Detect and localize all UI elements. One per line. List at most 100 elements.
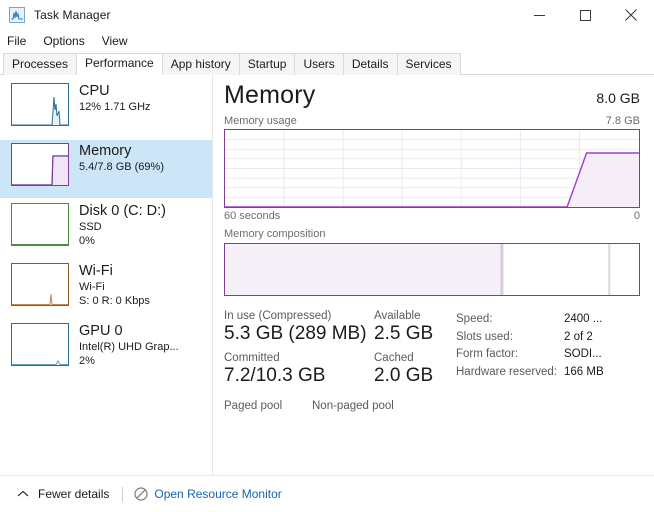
tab-services[interactable]: Services bbox=[396, 53, 461, 75]
memory-usage-graph[interactable] bbox=[224, 129, 640, 208]
sidebar-item-gpu[interactable]: GPU 0 Intel(R) UHD Grap... 2% bbox=[0, 320, 212, 378]
sidebar-item-label-gpu: GPU 0 bbox=[79, 323, 123, 339]
memory-stats-left: In use (Compressed) Available 5.3 GB (28… bbox=[224, 310, 456, 412]
stat-available-value: 2.5 GB bbox=[374, 323, 434, 344]
stat-available: Available bbox=[374, 310, 456, 322]
minimize-button[interactable] bbox=[516, 0, 562, 30]
stat-non-paged-pool-label: Non-paged pool bbox=[312, 400, 394, 412]
stats-row-pools: Paged pool Non-paged pool bbox=[224, 400, 456, 412]
title-bar: Task Manager bbox=[0, 0, 654, 30]
open-resource-monitor-label: Open Resource Monitor bbox=[154, 487, 282, 501]
page-title: Memory bbox=[224, 81, 316, 109]
usage-graph-header: Memory usage 7.8 GB bbox=[224, 115, 640, 127]
stat-non-paged-pool: Non-paged pool bbox=[312, 400, 394, 412]
sidebar-item-disk[interactable]: Disk 0 (C: D:) SSD 0% bbox=[0, 200, 212, 258]
stat-committed: Committed bbox=[224, 352, 374, 364]
stat-committed-value: 7.2/10.3 GB bbox=[224, 365, 326, 386]
usage-graph-axis: 60 seconds 0 bbox=[224, 210, 640, 222]
spec-form-factor: Form factor: SODI... bbox=[456, 346, 640, 364]
fewer-details-button[interactable]: Fewer details bbox=[17, 487, 109, 501]
spec-slots-used-key: Slots used: bbox=[456, 330, 513, 343]
spec-hardware-reserved-key: Hardware reserved: bbox=[456, 365, 557, 378]
footer-bar: Fewer details Open Resource Monitor bbox=[0, 475, 654, 512]
stats-row-committed-values: 7.2/10.3 GB 2.0 GB bbox=[224, 364, 456, 394]
menu-item-view[interactable]: View bbox=[102, 32, 136, 50]
memory-stats: In use (Compressed) Available 5.3 GB (28… bbox=[224, 310, 640, 412]
sidebar-item-label-wifi: Wi-Fi bbox=[79, 263, 113, 279]
sidebar-gpu-text: GPU 0 Intel(R) UHD Grap... 2% bbox=[79, 323, 179, 367]
sidebar-item-sub-gpu: Intel(R) UHD Grap... bbox=[79, 341, 179, 354]
memory-total: 8.0 GB bbox=[596, 90, 640, 106]
tab-details[interactable]: Details bbox=[342, 53, 398, 75]
menu-item-options[interactable]: Options bbox=[43, 32, 92, 50]
stat-cached-label: Cached bbox=[374, 352, 414, 364]
fewer-details-label: Fewer details bbox=[38, 487, 110, 501]
spec-speed-key: Speed: bbox=[456, 313, 493, 325]
spec-form-factor-value: SODI... bbox=[564, 348, 602, 360]
maximize-button[interactable] bbox=[562, 0, 608, 30]
tab-performance[interactable]: Performance bbox=[76, 53, 163, 75]
menu-bar: File Options View bbox=[0, 30, 654, 52]
window-title: Task Manager bbox=[34, 8, 111, 22]
sidebar-item-sub-wifi: Wi-Fi bbox=[79, 281, 105, 294]
sidebar-disk-text: Disk 0 (C: D:) SSD 0% bbox=[79, 203, 166, 247]
sidebar-item-sub-memory: 5.4/7.8 GB (69%) bbox=[79, 161, 164, 174]
tab-processes[interactable]: Processes bbox=[3, 53, 78, 75]
stats-row-inuse: In use (Compressed) Available bbox=[224, 310, 456, 322]
memory-composition-svg bbox=[225, 244, 611, 295]
sidebar-item-sub-disk: SSD bbox=[79, 221, 102, 234]
memory-composition-label: Memory composition bbox=[224, 228, 326, 240]
spec-hardware-reserved: Hardware reserved: 166 MB bbox=[456, 364, 640, 382]
content-area: CPU 12% 1.71 GHz Memory 5.4/7.8 GB (69%) bbox=[0, 75, 654, 479]
sidebar-item-sub2-wifi: S: 0 R: 0 Kbps bbox=[79, 294, 150, 307]
close-button[interactable] bbox=[608, 0, 654, 30]
sidebar-item-label-cpu: CPU bbox=[79, 83, 110, 99]
tab-startup[interactable]: Startup bbox=[238, 53, 296, 75]
stat-cached: Cached bbox=[374, 352, 456, 364]
panel-header: Memory 8.0 GB bbox=[224, 81, 640, 110]
usage-graph-time-zero: 0 bbox=[633, 210, 640, 222]
sidebar-item-label-memory: Memory bbox=[79, 143, 132, 159]
footer-divider bbox=[122, 486, 124, 502]
sidebar-item-memory[interactable]: Memory 5.4/7.8 GB (69%) bbox=[0, 140, 212, 198]
sidebar-wifi-text: Wi-Fi Wi-Fi S: 0 R: 0 Kbps bbox=[79, 263, 150, 307]
spec-speed: Speed: 2400 ... bbox=[456, 311, 640, 329]
spec-hardware-reserved-value: 166 MB bbox=[564, 365, 604, 378]
stat-in-use-value: 5.3 GB (289 MB) bbox=[224, 323, 367, 344]
resource-sidebar: CPU 12% 1.71 GHz Memory 5.4/7.8 GB (69%) bbox=[0, 75, 213, 479]
memory-detail-panel: Memory 8.0 GB Memory usage 7.8 GB 60 sec… bbox=[213, 75, 654, 479]
tab-strip: Processes Performance App history Startu… bbox=[0, 52, 654, 75]
stats-row-committed: Committed Cached bbox=[224, 352, 456, 364]
gpu-thumbnail-graph bbox=[11, 323, 69, 366]
disk-thumbnail-graph bbox=[11, 203, 69, 246]
stat-in-use-value-cell: 5.3 GB (289 MB) bbox=[224, 322, 374, 352]
sidebar-item-wifi[interactable]: Wi-Fi Wi-Fi S: 0 R: 0 Kbps bbox=[0, 260, 212, 318]
spec-form-factor-key: Form factor: bbox=[456, 348, 518, 360]
sidebar-memory-text: Memory 5.4/7.8 GB (69%) bbox=[79, 143, 164, 174]
stat-committed-value-cell: 7.2/10.3 GB bbox=[224, 364, 374, 394]
sidebar-cpu-text: CPU 12% 1.71 GHz bbox=[79, 83, 151, 114]
open-resource-monitor-link[interactable]: Open Resource Monitor bbox=[134, 487, 282, 501]
stat-cached-value-cell: 2.0 GB bbox=[374, 364, 456, 394]
window-controls bbox=[516, 0, 654, 30]
stat-in-use-label: In use (Compressed) bbox=[224, 310, 332, 322]
stat-cached-value: 2.0 GB bbox=[374, 365, 434, 386]
stats-row-inuse-values: 5.3 GB (289 MB) 2.5 GB bbox=[224, 322, 456, 352]
tab-app-history[interactable]: App history bbox=[161, 53, 240, 75]
chevron-up-icon bbox=[17, 490, 29, 498]
spec-slots-used-value: 2 of 2 bbox=[564, 330, 593, 343]
sidebar-item-cpu[interactable]: CPU 12% 1.71 GHz bbox=[0, 80, 212, 138]
usage-graph-label: Memory usage bbox=[224, 115, 297, 127]
tab-users[interactable]: Users bbox=[294, 53, 344, 75]
memory-composition-bar[interactable] bbox=[224, 243, 640, 296]
taskmanager-chart-icon bbox=[9, 7, 25, 23]
memory-usage-graph-svg bbox=[225, 130, 639, 207]
menu-item-file[interactable]: File bbox=[7, 32, 34, 50]
cpu-thumbnail-graph bbox=[11, 83, 69, 126]
spec-speed-value: 2400 ... bbox=[564, 313, 603, 325]
stat-in-use: In use (Compressed) bbox=[224, 310, 374, 322]
spec-slots-used: Slots used: 2 of 2 bbox=[456, 329, 640, 347]
memory-specs: Speed: 2400 ... Slots used: 2 of 2 Form … bbox=[456, 310, 640, 412]
sidebar-item-sub2-disk: 0% bbox=[79, 234, 95, 247]
wifi-thumbnail-graph bbox=[11, 263, 69, 306]
